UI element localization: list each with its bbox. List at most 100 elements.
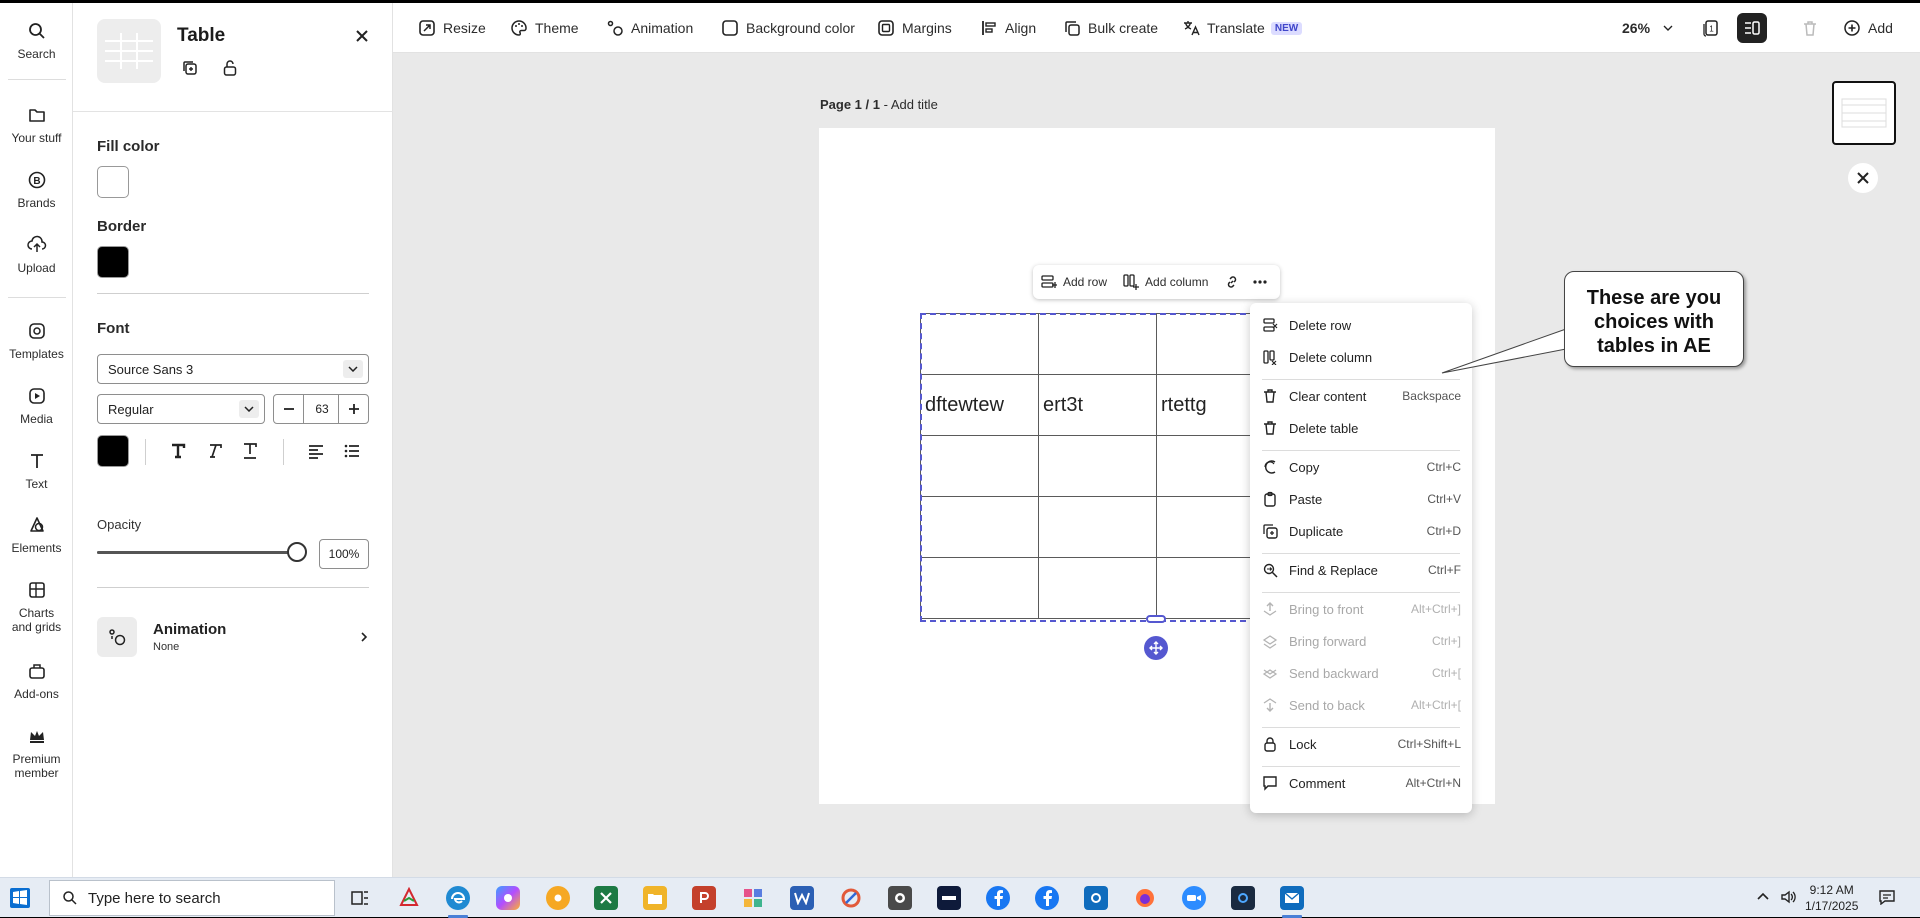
move-handle[interactable] xyxy=(1144,636,1168,660)
taskbar-app-zoom[interactable] xyxy=(1182,886,1206,910)
menu-item-comment[interactable]: Comment Alt+Ctrl+N xyxy=(1250,770,1472,796)
add-title-link[interactable]: Add title xyxy=(891,97,938,112)
menu-item-delete-column[interactable]: Delete column xyxy=(1250,344,1472,370)
rail-item-elements[interactable]: Elements xyxy=(0,515,73,555)
rail-item-addons[interactable]: Add-ons xyxy=(0,661,73,701)
opacity-slider-handle[interactable] xyxy=(287,542,307,562)
duplicate-element-button[interactable] xyxy=(177,55,203,81)
table-cell[interactable] xyxy=(920,557,1039,619)
resize-handle[interactable] xyxy=(1146,615,1166,623)
close-panel-button[interactable] xyxy=(349,23,375,49)
table-cell[interactable] xyxy=(1038,313,1157,375)
start-button[interactable] xyxy=(10,888,30,908)
taskbar-app-powerpoint[interactable] xyxy=(692,886,716,910)
page-thumbnail[interactable] xyxy=(1832,81,1896,145)
rail-item-media[interactable]: Media xyxy=(0,386,73,426)
font-size-value[interactable]: 63 xyxy=(304,402,340,416)
opacity-input[interactable]: 100% xyxy=(319,539,369,569)
menu-item-find-replace[interactable]: Find & Replace Ctrl+F xyxy=(1250,557,1472,583)
background-color-button[interactable]: Background color xyxy=(721,17,855,39)
align-button[interactable]: Align xyxy=(980,17,1036,39)
menu-item-paste[interactable]: Paste Ctrl+V xyxy=(1250,486,1472,512)
add-column-button[interactable]: Add column xyxy=(1115,274,1216,290)
taskbar-app-acrobat[interactable] xyxy=(397,886,421,910)
rail-item-search[interactable]: Search xyxy=(0,21,73,61)
rail-item-text[interactable]: Text xyxy=(0,451,73,491)
close-thumbnails-button[interactable] xyxy=(1848,163,1878,193)
add-button[interactable]: Add xyxy=(1843,17,1893,39)
taskbar-app-snipping[interactable] xyxy=(839,886,863,910)
table-cell[interactable] xyxy=(1038,496,1157,558)
font-weight-select[interactable]: Regular xyxy=(97,394,265,424)
opacity-slider-track[interactable] xyxy=(97,542,307,562)
decrease-size-button[interactable] xyxy=(274,395,304,423)
tray-overflow-button[interactable] xyxy=(1756,890,1770,904)
delete-page-button[interactable] xyxy=(1801,17,1826,39)
taskbar-app-word[interactable] xyxy=(790,886,814,910)
menu-item-copy[interactable]: Copy Ctrl+C xyxy=(1250,454,1472,480)
rail-item-your-stuff[interactable]: Your stuff xyxy=(0,105,73,145)
table-cell[interactable] xyxy=(920,496,1039,558)
taskbar-app-firefox[interactable] xyxy=(1133,886,1157,910)
menu-item-delete-row[interactable]: Delete row xyxy=(1250,312,1472,338)
taskbar-app-excel[interactable] xyxy=(594,886,618,910)
theme-button[interactable]: Theme xyxy=(510,17,579,39)
taskbar-app-facebook[interactable] xyxy=(986,886,1010,910)
animation-row[interactable]: Animation None xyxy=(97,617,369,659)
lock-element-button[interactable] xyxy=(217,55,243,81)
table-cell[interactable] xyxy=(920,313,1039,375)
resize-button[interactable]: Resize xyxy=(418,17,486,39)
zoom-select[interactable]: 26% xyxy=(1622,17,1681,39)
table-cell[interactable] xyxy=(1038,435,1157,497)
menu-item-delete-table[interactable]: Delete table xyxy=(1250,415,1472,441)
menu-item-duplicate[interactable]: Duplicate Ctrl+D xyxy=(1250,518,1472,544)
taskbar-app-file-explorer[interactable] xyxy=(643,886,667,910)
task-view-button[interactable] xyxy=(348,886,372,910)
table-cell[interactable] xyxy=(920,435,1039,497)
rail-item-upload[interactable]: Upload xyxy=(0,235,73,275)
taskbar-app-outlook[interactable] xyxy=(1084,886,1108,910)
menu-item-lock[interactable]: Lock Ctrl+Shift+L xyxy=(1250,731,1472,757)
rail-item-charts[interactable]: Charts and grids xyxy=(0,580,73,634)
animation-button[interactable]: Animation xyxy=(606,17,693,39)
layers-toggle-button[interactable] xyxy=(1737,13,1767,43)
fill-color-swatch[interactable] xyxy=(97,166,129,198)
taskbar-app-photos[interactable] xyxy=(741,886,765,910)
taskbar-app-copilot[interactable] xyxy=(496,886,520,910)
text-align-button[interactable] xyxy=(301,436,331,466)
notifications-button[interactable] xyxy=(1878,889,1896,905)
system-clock[interactable]: 9:12 AM 1/17/2025 xyxy=(1805,882,1858,914)
list-style-button[interactable] xyxy=(337,436,367,466)
rail-item-brands[interactable]: B Brands xyxy=(0,170,73,210)
bulk-create-button[interactable]: Bulk create xyxy=(1063,17,1158,39)
table-cell[interactable]: ert3t xyxy=(1038,374,1157,436)
taskbar-app-edge-active[interactable] xyxy=(446,886,470,910)
italic-style-button[interactable] xyxy=(199,436,229,466)
table-element[interactable]: dftewtew ert3t rtettg xyxy=(920,313,1275,619)
margins-button[interactable]: Margins xyxy=(877,17,952,39)
taskbar-app-outlook-new[interactable] xyxy=(1280,886,1304,910)
add-row-button[interactable]: Add row xyxy=(1033,274,1115,290)
taskbar-app-camera[interactable] xyxy=(1231,886,1255,910)
volume-button[interactable] xyxy=(1780,889,1798,905)
taskbar-app-dark[interactable] xyxy=(937,886,961,910)
menu-item-clear-content[interactable]: Clear content Backspace xyxy=(1250,383,1472,409)
increase-size-button[interactable] xyxy=(338,395,368,423)
font-family-select[interactable]: Source Sans 3 xyxy=(97,354,369,384)
border-color-swatch[interactable] xyxy=(97,246,129,278)
taskbar-search[interactable]: Type here to search xyxy=(49,880,335,916)
rail-item-premium[interactable]: Premium member xyxy=(0,726,73,780)
underline-style-button[interactable] xyxy=(235,436,265,466)
more-options-button[interactable] xyxy=(1248,274,1272,290)
bold-style-button[interactable] xyxy=(163,436,193,466)
link-button[interactable] xyxy=(1216,274,1248,290)
pages-button[interactable]: 1 xyxy=(1702,17,1727,39)
table-cell[interactable]: dftewtew xyxy=(920,374,1039,436)
translate-button[interactable]: Translate NEW xyxy=(1182,17,1303,39)
rail-item-templates[interactable]: Templates xyxy=(0,321,73,361)
taskbar-app-canary[interactable] xyxy=(546,886,570,910)
table-cell[interactable] xyxy=(1038,557,1157,619)
taskbar-app-utility[interactable] xyxy=(888,886,912,910)
font-color-swatch[interactable] xyxy=(97,435,129,467)
taskbar-app-facebook-2[interactable] xyxy=(1035,886,1059,910)
